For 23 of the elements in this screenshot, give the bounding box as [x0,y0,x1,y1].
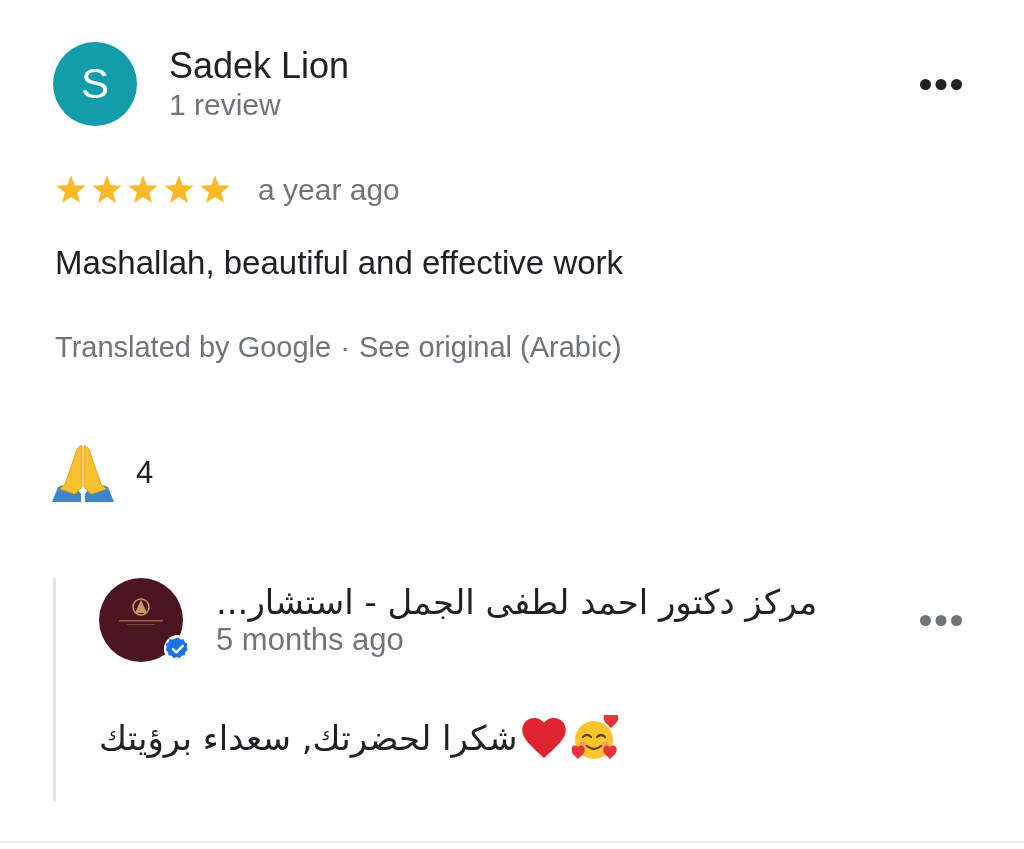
business-name[interactable]: مركز دكتور احمد لطفى الجمل - استشار... [216,582,818,622]
see-original-link[interactable]: See original (Arabic) [358,329,622,365]
heart-icon [521,718,566,758]
reaction-button[interactable]: 4 [52,444,154,502]
star-icon [127,174,159,206]
more-icon [920,614,962,626]
review-time: a year ago [258,172,400,208]
smiling-face-icon [571,715,618,761]
star-icon [55,174,87,206]
author-name[interactable]: Sadek Lion [169,45,350,87]
logo-icon [99,578,183,662]
translation-note: Translated by Google [55,330,332,365]
star-icon [199,174,231,206]
review-count: 1 review [169,87,281,123]
star-icon [91,174,123,206]
reply-time: 5 months ago [216,622,404,658]
reply-text: شكرا لحضرتك, سعداء برؤيتك [99,717,518,760]
separator-dot: · [340,330,350,365]
star-icon [163,174,195,206]
praying-hands-icon [52,444,114,502]
review-text: Mashallah, beautiful and effective work [55,243,624,283]
user-avatar: S [53,42,137,126]
more-icon [920,78,962,90]
